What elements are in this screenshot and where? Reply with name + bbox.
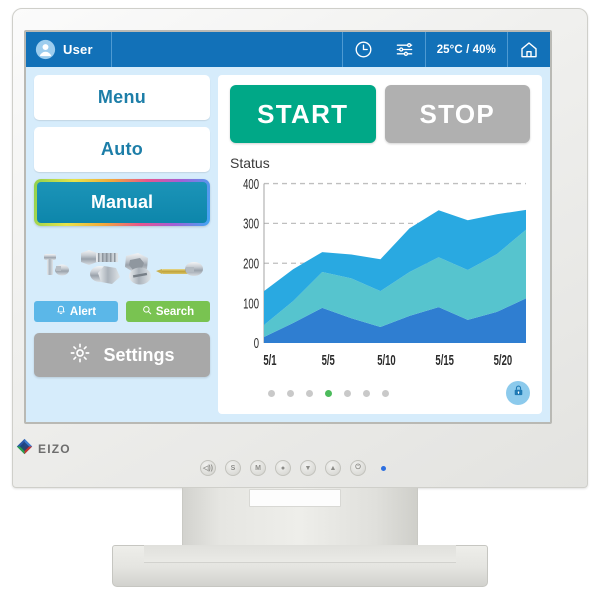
home-button[interactable] <box>507 32 550 67</box>
user-button[interactable]: User <box>26 32 111 67</box>
sidebar-item-label: Manual <box>90 192 153 212</box>
top-bar: User 25°C / 40% <box>26 32 550 67</box>
padlock-icon <box>512 384 525 402</box>
sidebar-item-label: Auto <box>100 139 144 159</box>
bell-icon <box>56 305 66 318</box>
pagination-dot[interactable] <box>363 389 370 397</box>
y-tick-label: 0 <box>254 335 259 352</box>
bezel-button-row: ◁)) S M ● ▼ ▲ ⏻ <box>200 460 386 476</box>
lock-button[interactable] <box>506 381 530 405</box>
x-tick-label: 5/10 <box>377 352 395 369</box>
clock-button[interactable] <box>341 32 384 67</box>
power-led-indicator <box>381 465 386 471</box>
status-title: Status <box>230 155 270 171</box>
monitor-stand-base-top <box>144 545 456 563</box>
x-tick-label: 5/20 <box>494 352 512 369</box>
pagination-dot[interactable] <box>382 389 389 397</box>
sliders-icon <box>395 40 414 59</box>
settings-label: Settings <box>103 344 175 365</box>
pagination-dot[interactable] <box>268 389 275 397</box>
status-area-chart: 0 100 200 300 400 5/1 5/5 5/10 5/15 5/20 <box>230 174 530 378</box>
gear-icon <box>69 342 91 369</box>
brand-logo: EIZO <box>16 438 71 460</box>
sidebar-item-menu[interactable]: Menu <box>34 75 210 120</box>
user-label: User <box>63 42 93 57</box>
sidebar-item-label: Menu <box>97 87 147 107</box>
start-button[interactable]: START <box>230 85 376 143</box>
settings-sliders-button[interactable] <box>384 32 425 67</box>
pagination-dots[interactable] <box>268 389 389 397</box>
tag-row: Alert Search <box>34 301 210 322</box>
mode-button[interactable]: M <box>250 460 266 476</box>
home-icon <box>519 40 539 60</box>
search-button[interactable]: Search <box>126 301 210 322</box>
start-label: START <box>257 98 349 129</box>
screws-bolts-nuts-photo <box>34 240 210 292</box>
sidebar-item-auto[interactable]: Auto <box>34 127 210 172</box>
y-tick-label: 200 <box>243 255 259 272</box>
x-tick-label: 5/1 <box>263 352 276 369</box>
screen: User 25°C / 40% Menu Auto Manual Alert S… <box>26 32 550 422</box>
volume-button[interactable]: ◁)) <box>200 460 216 476</box>
alert-button[interactable]: Alert <box>34 301 118 322</box>
enter-button[interactable]: ● <box>275 460 291 476</box>
down-button[interactable]: ▼ <box>300 460 316 476</box>
y-tick-label: 100 <box>243 295 259 312</box>
x-tick-label: 5/15 <box>435 352 453 369</box>
sidebar-item-manual-inner: Manual <box>37 182 207 223</box>
y-tick-label: 400 <box>243 176 259 193</box>
screen-frame: User 25°C / 40% Menu Auto Manual Alert S… <box>24 30 552 424</box>
pagination-dot[interactable] <box>325 389 332 397</box>
y-tick-label: 300 <box>243 215 259 232</box>
user-avatar-icon <box>35 39 56 60</box>
signal-button[interactable]: S <box>225 460 241 476</box>
pagination-dot[interactable] <box>287 389 294 397</box>
pagination-dot[interactable] <box>306 389 313 397</box>
clock-icon <box>354 40 373 59</box>
settings-button[interactable]: Settings <box>34 333 210 377</box>
environment-label: 25°C / 40% <box>436 43 496 56</box>
alert-label: Alert <box>69 305 97 318</box>
up-button[interactable]: ▲ <box>325 460 341 476</box>
sidebar: Menu Auto Manual Alert Search Settings <box>34 75 210 414</box>
stop-button[interactable]: STOP <box>384 85 530 143</box>
search-label: Search <box>155 305 195 318</box>
main-panel: START STOP Status 0 100 200 300 400 5/1 5/5 5/1… <box>218 75 542 414</box>
monitor-device: User 25°C / 40% Menu Auto Manual Alert S… <box>0 0 600 600</box>
pagination-dot[interactable] <box>344 389 351 397</box>
footer-row <box>230 380 530 406</box>
screen-body: Menu Auto Manual Alert Search Settings S… <box>26 67 550 422</box>
eizo-diamond-icon <box>16 438 33 460</box>
monitor-stand-handle-cutout <box>249 489 341 507</box>
search-icon <box>142 305 152 318</box>
eizo-wordmark: EIZO <box>38 442 71 456</box>
top-bar-spacer <box>110 32 342 67</box>
x-tick-label: 5/5 <box>322 352 335 369</box>
stop-label: STOP <box>419 98 496 129</box>
power-button[interactable]: ⏻ <box>350 460 366 476</box>
environment-readout: 25°C / 40% <box>424 32 507 67</box>
action-row: START STOP <box>230 85 530 143</box>
sidebar-item-manual[interactable]: Manual <box>34 179 210 226</box>
